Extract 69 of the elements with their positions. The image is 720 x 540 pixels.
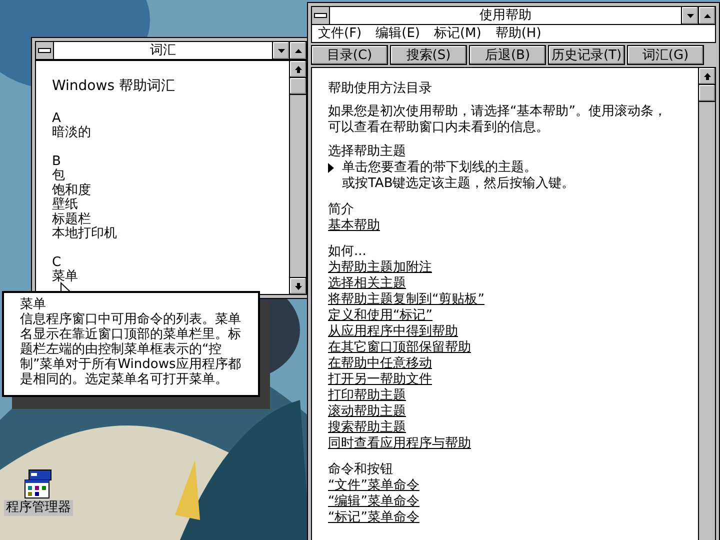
glossary-term[interactable]: 壁纸 [52,198,78,212]
section-heading: 选择帮助主题 [328,144,407,160]
scroll-up-button[interactable] [290,61,306,78]
toolbar-button[interactable]: 词汇(G) [627,45,704,65]
topic-link[interactable]: 打印帮助主题 [328,388,406,403]
arrow-up-icon [294,66,302,72]
topic-link[interactable]: 从应用程序中得到帮助 [328,324,458,339]
glossary-term[interactable]: 暗淡的 [52,126,91,140]
menu-item[interactable]: 文件(F) [318,25,362,42]
maximize-button[interactable] [289,42,306,59]
arrow-up-icon [704,72,710,80]
triangle-down-icon [686,14,694,18]
topic-title: 帮助使用方法目录 [328,81,433,97]
topic-link[interactable]: 定义和使用“标记” [328,308,432,323]
scroll-thumb[interactable] [699,85,715,102]
intro-paragraph: 如果您是初次使用帮助，请选择“基本帮助”。使用滚动条，可以查看在帮助窗口内未看到的信息。 [328,104,668,136]
topic-link[interactable]: 在其它窗口顶部保留帮助 [328,340,471,355]
glossary-term[interactable]: 标题栏 [52,212,91,227]
instruction-text: 单击您要查看的带下划线的主题。 [342,160,537,176]
topic-link[interactable]: 打开另一帮助文件 [328,372,432,387]
popup-definition: 信息程序窗口中可用命令的列表。菜单名显示在靠近窗口顶部的菜单栏里。标题栏左端的由控制菜单框表示的“控制”菜单对于所有Windows应用程序都是相同的。选定菜单名可打开菜单。 [20,312,242,387]
scroll-down-button[interactable] [290,277,306,294]
control-menu-button[interactable] [36,42,54,59]
topic-link[interactable]: 选择相关主题 [328,276,406,291]
topic-link[interactable]: “编辑”菜单命令 [328,494,420,509]
topic-link[interactable]: 滚动帮助主题 [328,404,406,419]
window-title: 词汇 [149,42,177,59]
topic-link[interactable]: 将帮助主题复制到“剪贴板” [328,292,484,307]
glossary-term[interactable]: 包 [52,169,65,184]
toolbar-button[interactable]: 目录(C) [311,45,388,65]
icon-label[interactable]: 程序管理器 [4,500,73,516]
toolbar-button[interactable]: 历史记录(T) [548,45,625,65]
section-heading: 命令和按钮 [328,462,394,478]
program-manager-icon[interactable] [22,468,54,500]
section-letter: C [52,256,62,270]
section-letter: B [52,154,61,168]
glossary-term[interactable]: 饱和度 [52,184,91,198]
scroll-up-button[interactable] [699,68,715,85]
maximize-button[interactable] [698,7,715,24]
glossary-term[interactable]: 菜单 [52,270,78,284]
section-heading: 如何... [328,244,368,260]
bullet-icon [328,163,334,173]
topic-link[interactable]: “文件”菜单命令 [328,478,420,493]
menu-item[interactable]: 标记(M) [434,25,482,42]
topic-link[interactable]: 搜索帮助主题 [328,420,406,435]
topic-link[interactable]: “标记”菜单命令 [328,510,420,525]
control-menu-button[interactable] [312,7,330,24]
minimize-button[interactable] [681,7,698,24]
topic-link[interactable]: 在帮助中任意移动 [328,356,432,371]
glossary-term[interactable]: 本地打印机 [52,227,117,242]
menu-item[interactable]: 帮助(H) [495,25,542,42]
triangle-down-icon [278,48,284,52]
triangle-up-icon [704,14,710,18]
scroll-thumb[interactable] [290,78,306,95]
minimize-button[interactable] [272,42,289,59]
menu-item[interactable]: 编辑(E) [376,25,420,42]
instruction-text: 或按TAB键选定该主题，然后按输入键。 [342,176,575,192]
topic-link[interactable]: 同时查看应用程序与帮助 [328,436,471,451]
popup-term: 菜单 [20,297,47,312]
triangle-up-icon [294,48,302,52]
window-title: 使用帮助 [478,7,532,24]
section-heading: 简介 [328,202,355,218]
glossary-heading: Windows 帮助词汇 [52,79,176,94]
arrow-down-icon [294,282,302,290]
topic-link[interactable]: 基本帮助 [328,218,380,233]
section-letter: A [52,112,61,126]
toolbar-button[interactable]: 搜索(S) [390,45,467,65]
toolbar-button[interactable]: 后退(B) [469,45,546,65]
topic-link[interactable]: 为帮助主题加附注 [328,260,432,275]
